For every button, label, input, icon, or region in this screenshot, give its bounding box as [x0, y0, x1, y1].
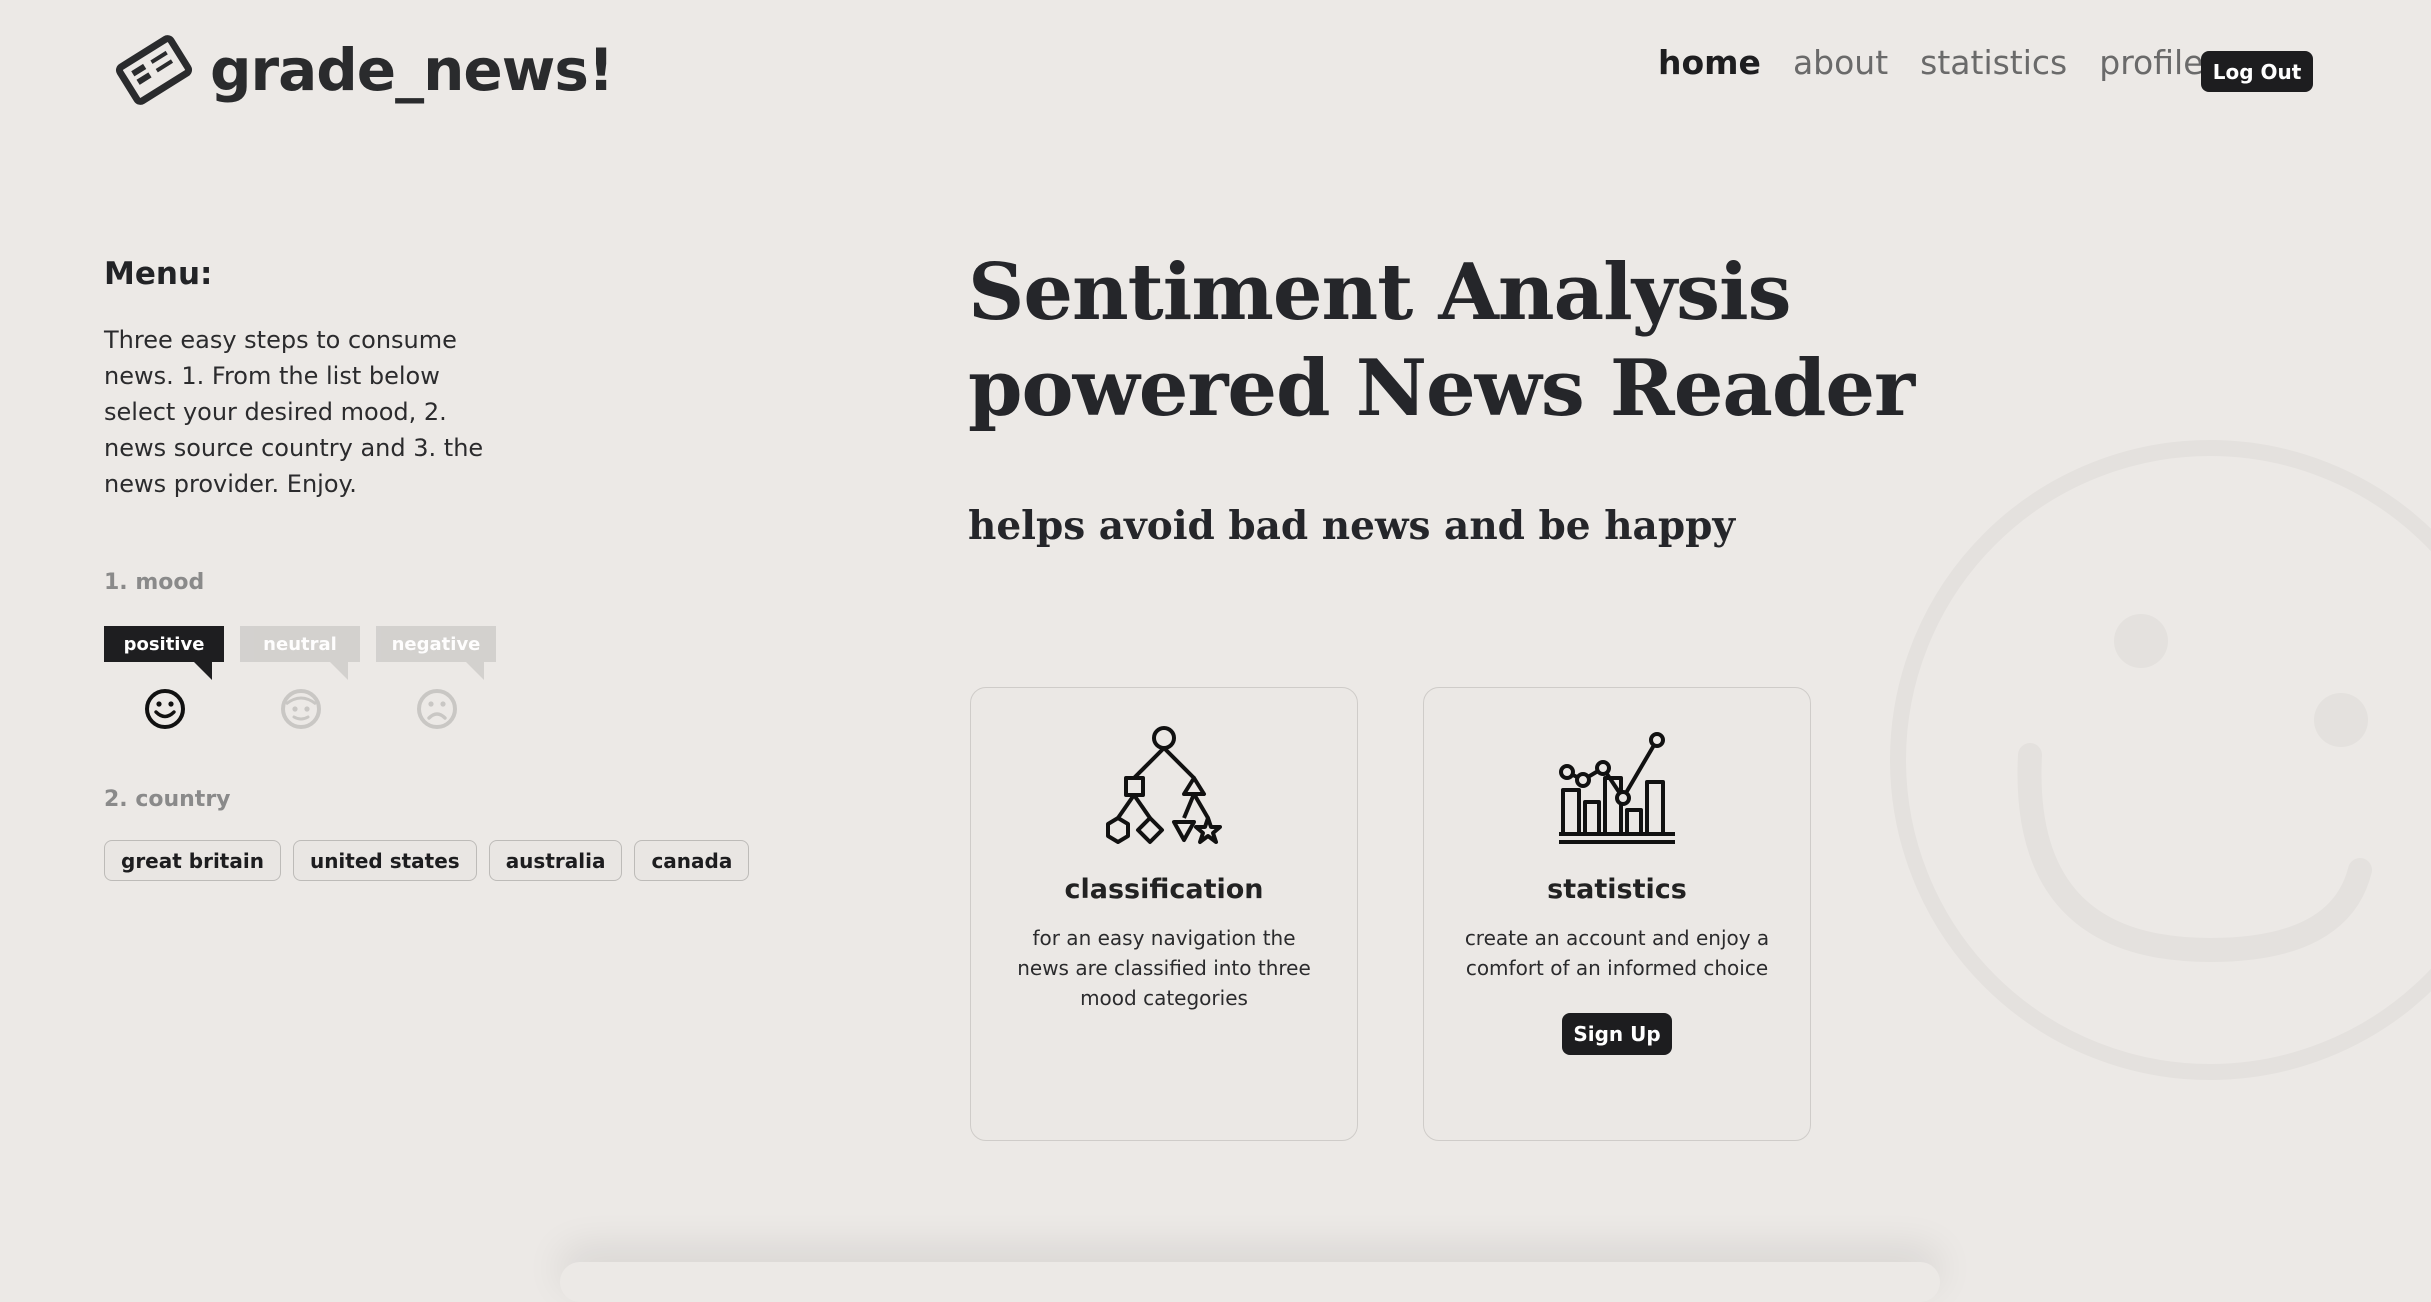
statistics-card-text: create an account and enjoy a comfort of… — [1464, 926, 1770, 980]
statistics-card: statistics create an account and enjoy a… — [1423, 687, 1811, 1141]
nav-about[interactable]: about — [1793, 46, 1888, 79]
nav-home[interactable]: home — [1658, 46, 1761, 79]
classification-card: classification for an easy navigation th… — [970, 687, 1358, 1141]
classification-card-title: classification — [1064, 874, 1264, 905]
country-chip-australia[interactable]: australia — [488, 840, 623, 881]
country-chip-united-states[interactable]: united states — [292, 840, 477, 881]
logout-button[interactable]: Log Out — [2201, 51, 2313, 92]
classification-tree-icon — [1106, 726, 1222, 844]
country-chip-canada[interactable]: canada — [634, 840, 750, 881]
content-panel-edge — [560, 1262, 1940, 1302]
frown-icon — [417, 689, 457, 729]
nav-profile[interactable]: profile — [2099, 46, 2203, 79]
mood-bubble-positive: positive — [104, 626, 224, 680]
country-chip-great-britain[interactable]: great britain — [104, 840, 281, 881]
hero-title: Sentiment Analysis powered News Reader — [968, 245, 1915, 437]
hero-title-line-1: Sentiment Analysis — [968, 247, 1792, 338]
nav-statistics[interactable]: statistics — [1920, 46, 2067, 79]
neutral-face-icon — [281, 689, 321, 729]
classification-card-text: for an easy navigation the news are clas… — [1017, 926, 1311, 1010]
hero-subtitle: helps avoid bad news and be happy — [968, 503, 1736, 549]
bar-line-chart-icon — [1559, 732, 1675, 844]
country-label: 2. country — [104, 787, 231, 812]
mood-option-neutral[interactable]: neutral — [240, 626, 360, 734]
smile-icon — [145, 689, 185, 729]
mood-option-negative[interactable]: negative — [376, 626, 496, 734]
hero-title-line-2: powered News Reader — [968, 343, 1915, 434]
country-chips: great britain united states australia ca… — [104, 840, 750, 881]
logo-text: grade_news! — [210, 36, 614, 104]
mood-bubble-neutral: neutral — [240, 626, 360, 680]
mood-label: 1. mood — [104, 570, 205, 595]
mood-option-positive[interactable]: positive — [104, 626, 224, 734]
logo[interactable]: grade_news! — [112, 30, 614, 110]
signup-button[interactable]: Sign Up — [1562, 1013, 1672, 1055]
newspaper-logo-icon — [115, 35, 193, 105]
mood-bubble-negative: negative — [376, 626, 496, 680]
statistics-card-title: statistics — [1547, 874, 1687, 905]
mood-selector: positive neutral negative — [104, 626, 496, 734]
menu-title: Menu: — [104, 256, 213, 292]
decorative-smile-icon — [1890, 440, 2431, 1080]
main-nav: home about statistics profile — [1658, 46, 2236, 79]
menu-description: Three easy steps to consume news. 1. Fro… — [104, 326, 484, 498]
